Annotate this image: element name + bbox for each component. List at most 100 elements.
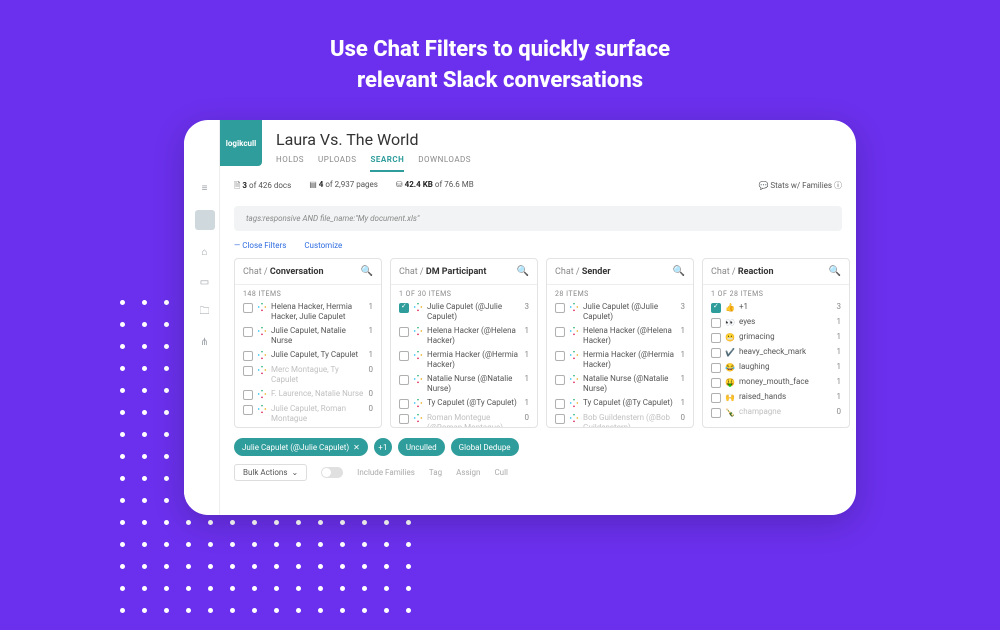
nav-folder-icon[interactable]: 🗀 (197, 304, 213, 320)
facet-item[interactable]: Hermia Hacker (@Hermia Hacker)1 (555, 348, 685, 372)
search-icon[interactable]: 🔍 (829, 266, 841, 277)
checkbox[interactable] (555, 414, 565, 424)
facet-item[interactable]: 🤑money_mouth_face1 (711, 375, 841, 390)
slack-icon (569, 398, 579, 408)
hero-caption: Use Chat Filters to quickly surface rele… (0, 35, 1000, 97)
tab-uploads[interactable]: UPLOADS (318, 155, 356, 172)
facet-item[interactable]: 🍾champagne0 (711, 405, 841, 420)
checkbox[interactable] (399, 399, 409, 409)
checkbox[interactable] (555, 327, 565, 337)
facet-item[interactable]: Roman Montegue (@Roman Montague)0 (399, 411, 529, 427)
close-icon[interactable]: ✕ (353, 443, 360, 452)
bulk-assign[interactable]: Assign (456, 468, 480, 477)
checkbox[interactable] (243, 327, 253, 337)
filter-pill[interactable]: Julie Capulet (@Julie Capulet)✕ (234, 438, 368, 456)
slack-icon (413, 302, 423, 312)
facet-item[interactable]: Julie Capulet, Ty Capulet1 (243, 348, 373, 363)
nav-home-icon[interactable]: ⌂ (197, 244, 213, 260)
checkbox[interactable] (555, 303, 565, 313)
facet-item-label: Julie Capulet (@Julie Capulet) (427, 302, 521, 322)
checkbox[interactable] (711, 318, 721, 328)
checkbox[interactable] (711, 303, 721, 313)
facet-item[interactable]: ✔️heavy_check_mark1 (711, 345, 841, 360)
filter-pill[interactable]: +1 (374, 438, 392, 456)
emoji-icon: 👍 (725, 302, 735, 312)
checkbox[interactable] (555, 375, 565, 385)
avatar[interactable] (195, 210, 215, 230)
facet-item[interactable]: Ty Capulet (@Ty Capulet)1 (555, 396, 685, 411)
checkbox[interactable] (711, 393, 721, 403)
checkbox[interactable] (243, 366, 253, 376)
facet-item-label: champagne (739, 407, 833, 417)
filter-pill[interactable]: Unculled (398, 438, 445, 456)
facet-item-label: Helena Hacker (@Helena Hacker) (427, 326, 521, 346)
facet-item[interactable]: 😬grimacing1 (711, 330, 841, 345)
search-icon[interactable]: 🔍 (673, 266, 685, 277)
search-icon[interactable]: 🔍 (361, 266, 373, 277)
facet-item[interactable]: Julie Capulet, Roman Montague0 (243, 402, 373, 426)
bulk-cull[interactable]: Cull (494, 468, 508, 477)
checkbox[interactable] (711, 333, 721, 343)
facet-item[interactable]: Natalie Nurse (@Natalie Nurse)1 (399, 372, 529, 396)
facet-item-label: eyes (739, 317, 833, 327)
bulk-actions-button[interactable]: Bulk Actions ⌄ (234, 464, 307, 481)
facet-item[interactable]: Julie Capulet, Natalie Nurse1 (243, 324, 373, 348)
nav-docs-icon[interactable]: ▭ (197, 274, 213, 290)
include-families-toggle[interactable] (321, 467, 343, 478)
checkbox[interactable] (399, 327, 409, 337)
facet-item[interactable]: Julie Capulet (@Julie Capulet)3 (399, 300, 529, 324)
facet-item[interactable]: Helena Hacker, Hermia Hacker, Julie Capu… (243, 300, 373, 324)
facet-item-label: raised_hands (739, 392, 833, 402)
checkbox[interactable] (399, 375, 409, 385)
tab-downloads[interactable]: DOWNLOADS (418, 155, 471, 172)
filter-pill[interactable]: Global Dedupe (451, 438, 519, 456)
checkbox[interactable] (711, 378, 721, 388)
search-input[interactable]: tags:responsive AND file_name:"My docume… (234, 206, 842, 231)
facet-item[interactable]: Julie Capulet (@Julie Capulet)3 (555, 300, 685, 324)
slack-icon (257, 389, 267, 399)
checkbox[interactable] (243, 405, 253, 415)
page-title: Laura Vs. The World (276, 130, 471, 149)
facet-dm-participant: Chat / DM Participant🔍1 OF 30 ITEMSJulie… (390, 258, 538, 428)
customize-link[interactable]: Customize (304, 241, 342, 250)
checkbox[interactable] (711, 363, 721, 373)
facet-item[interactable]: 👀eyes1 (711, 315, 841, 330)
tab-search[interactable]: SEARCH (370, 155, 404, 172)
checkbox[interactable] (399, 303, 409, 313)
facet-item[interactable]: Helena Hacker (@Helena Hacker)1 (555, 324, 685, 348)
facet-item[interactable]: 😂laughing1 (711, 360, 841, 375)
emoji-icon: 👀 (725, 317, 735, 327)
checkbox[interactable] (243, 303, 253, 313)
facet-item[interactable]: F. Laurence, Natalie Nurse0 (243, 387, 373, 402)
facet-item[interactable]: Hermia Hacker (@Hermia Hacker)1 (399, 348, 529, 372)
facet-item[interactable]: 👍+13 (711, 300, 841, 315)
collapse-icon[interactable]: ≡ (197, 180, 213, 196)
facet-item[interactable]: Helena Hacker (@Helena Hacker)1 (399, 324, 529, 348)
checkbox[interactable] (243, 351, 253, 361)
facet-item[interactable]: 🙌raised_hands1 (711, 390, 841, 405)
filter-facets: Chat / Conversation🔍148 ITEMSHelena Hack… (220, 258, 856, 428)
facet-item-label: money_mouth_face (739, 377, 833, 387)
checkbox[interactable] (555, 399, 565, 409)
facet-item[interactable]: Merc Montague, Ty Capulet0 (243, 363, 373, 387)
search-icon[interactable]: 🔍 (517, 266, 529, 277)
checkbox[interactable] (711, 348, 721, 358)
facet-item[interactable]: Ty Capulet (@Ty Capulet)1 (399, 396, 529, 411)
slack-icon (413, 350, 423, 360)
checkbox[interactable] (243, 390, 253, 400)
stats-bar: 🗎 3 of 426 docs ▤ 4 of 2,937 pages ⛁ 42.… (220, 172, 856, 202)
nav-share-icon[interactable]: ⋔ (197, 334, 213, 350)
facet-item[interactable]: Bob Guildenstern (@Bob Guildenstern)0 (555, 411, 685, 427)
checkbox[interactable] (399, 414, 409, 424)
bulk-tag[interactable]: Tag (429, 468, 442, 477)
checkbox[interactable] (399, 351, 409, 361)
close-filters-link[interactable]: — Close Filters (234, 241, 286, 250)
facet-item-count: 1 (525, 398, 530, 407)
stats-families-toggle[interactable]: 💬 Stats w/ Families ⓘ (758, 180, 842, 194)
facet-item-label: laughing (739, 362, 833, 372)
checkbox[interactable] (711, 408, 721, 418)
checkbox[interactable] (555, 351, 565, 361)
facet-item[interactable]: Natalie Nurse (@Natalie Nurse)1 (555, 372, 685, 396)
tab-holds[interactable]: HOLDS (276, 155, 304, 172)
slack-icon (569, 374, 579, 384)
